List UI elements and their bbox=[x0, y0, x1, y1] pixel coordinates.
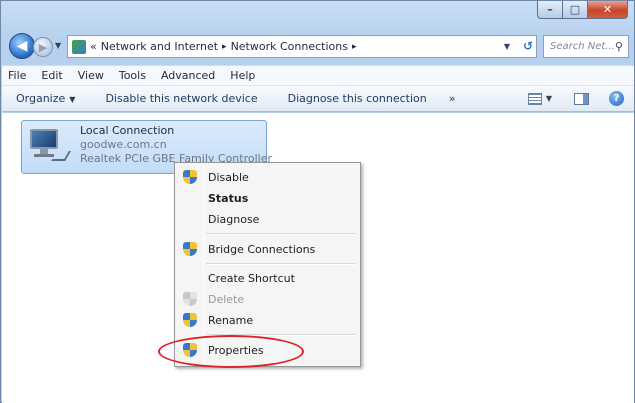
menu-help[interactable]: Help bbox=[230, 69, 255, 82]
view-options-chevron-icon[interactable]: ▼ bbox=[546, 94, 552, 103]
connection-name: Local Connection bbox=[80, 124, 175, 137]
forward-arrow-icon[interactable]: ▶ bbox=[33, 37, 53, 57]
address-bar[interactable]: « Network and Internet ▸ Network Connect… bbox=[67, 35, 537, 58]
connection-domain: goodwe.com.cn bbox=[80, 138, 167, 151]
organize-button[interactable]: Organize ▼ bbox=[16, 92, 75, 105]
caption-buttons: – □ ✕ bbox=[537, 1, 628, 19]
breadcrumb-separator-icon[interactable]: ▸ bbox=[222, 42, 227, 52]
menu-separator bbox=[206, 233, 356, 235]
menu-advanced[interactable]: Advanced bbox=[161, 69, 215, 82]
back-arrow-icon[interactable]: ◀ bbox=[9, 33, 35, 59]
menu-edit[interactable]: Edit bbox=[41, 69, 62, 82]
chevron-down-icon: ▼ bbox=[69, 95, 76, 104]
menu-item-diagnose[interactable]: Diagnose bbox=[177, 208, 358, 230]
menu-item-label: Status bbox=[208, 191, 249, 205]
help-icon[interactable]: ? bbox=[609, 91, 624, 106]
menu-item-label: Diagnose bbox=[208, 212, 260, 226]
breadcrumb-separator-icon[interactable]: ▸ bbox=[352, 42, 357, 52]
menu-item-status[interactable]: Status bbox=[177, 187, 358, 209]
breadcrumb-network-and-internet[interactable]: Network and Internet bbox=[101, 40, 218, 53]
network-folder-icon bbox=[72, 39, 86, 54]
menu-item-label: Create Shortcut bbox=[208, 271, 295, 285]
address-dropdown-icon[interactable]: ▼ bbox=[504, 42, 510, 51]
menu-item-label: Delete bbox=[208, 292, 245, 306]
menu-item-bridge-connections[interactable]: Bridge Connections bbox=[177, 238, 358, 260]
menu-bar: File Edit View Tools Advanced Help bbox=[2, 65, 634, 85]
close-icon[interactable]: ✕ bbox=[588, 1, 628, 19]
more-commands-button[interactable]: » bbox=[449, 92, 456, 105]
menu-item-label: Disable bbox=[208, 170, 249, 184]
menu-item-create-shortcut[interactable]: Create Shortcut bbox=[177, 267, 358, 289]
menu-item-rename[interactable]: Rename bbox=[177, 309, 358, 331]
diagnose-connection-button[interactable]: Diagnose this connection bbox=[288, 92, 427, 105]
properties-highlight-ellipse bbox=[158, 335, 304, 368]
search-input[interactable]: Search Net... ⚲ bbox=[543, 35, 629, 58]
menu-view[interactable]: View bbox=[78, 69, 104, 82]
uac-shield-icon bbox=[183, 313, 197, 328]
view-controls: ▼ ? bbox=[527, 91, 624, 106]
menu-tools[interactable]: Tools bbox=[119, 69, 146, 82]
uac-shield-icon bbox=[183, 242, 197, 257]
search-placeholder: Search Net... bbox=[550, 41, 615, 52]
preview-pane-icon[interactable] bbox=[574, 92, 589, 105]
address-row: ◀ ▶ ▼ « Network and Internet ▸ Network C… bbox=[7, 33, 629, 59]
menu-item-disable[interactable]: Disable bbox=[177, 166, 358, 188]
menu-item-label: Rename bbox=[208, 313, 254, 327]
maximize-icon[interactable]: □ bbox=[563, 1, 588, 19]
menu-file[interactable]: File bbox=[8, 69, 26, 82]
uac-shield-icon bbox=[183, 170, 197, 185]
refresh-icon[interactable]: ↺ bbox=[523, 39, 533, 53]
minimize-icon[interactable]: – bbox=[537, 1, 563, 19]
breadcrumb-network-connections[interactable]: Network Connections bbox=[231, 40, 348, 53]
search-icon[interactable]: ⚲ bbox=[615, 40, 628, 53]
uac-shield-icon bbox=[183, 292, 197, 307]
menu-separator bbox=[206, 263, 356, 265]
recent-pages-chevron-icon[interactable]: ▼ bbox=[55, 41, 61, 50]
change-view-icon[interactable] bbox=[527, 92, 542, 105]
explorer-window: – □ ✕ ◀ ▶ ▼ « Network and Internet ▸ Net… bbox=[0, 0, 635, 403]
network-adapter-icon bbox=[30, 129, 71, 161]
command-bar: Organize ▼ Disable this network device Di… bbox=[2, 85, 634, 112]
menu-item-label: Bridge Connections bbox=[208, 242, 316, 256]
breadcrumb-overflow[interactable]: « bbox=[90, 40, 97, 53]
disable-device-button[interactable]: Disable this network device bbox=[105, 92, 257, 105]
organize-label: Organize bbox=[16, 92, 66, 105]
menu-item-delete: Delete bbox=[177, 288, 358, 310]
